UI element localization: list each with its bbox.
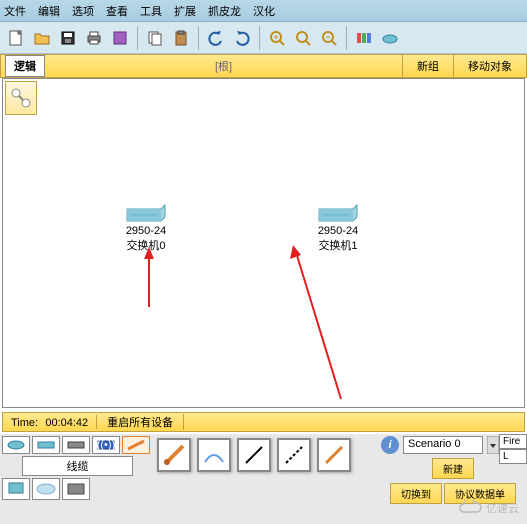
category-connections[interactable]	[122, 436, 150, 454]
svg-text:((•)): ((•))	[97, 439, 116, 451]
device-model-label: 2950-24	[317, 225, 359, 237]
connection-crossover[interactable]	[277, 438, 311, 472]
device-model-label: 2950-24	[125, 225, 167, 237]
wizard-button[interactable]	[108, 26, 132, 50]
menu-options[interactable]: 选项	[72, 3, 94, 19]
undo-button[interactable]	[204, 26, 228, 50]
simulation-time: Time: 00:04:42	[3, 415, 97, 429]
navigation-tool[interactable]	[5, 81, 37, 115]
device-switch1[interactable]: 2950-24 交换机1	[317, 203, 359, 253]
copy-button[interactable]	[143, 26, 167, 50]
new-cluster-button[interactable]: 新组	[402, 55, 453, 77]
new-file-button[interactable]	[4, 26, 28, 50]
device-category-panel: ((•)) 线缆	[0, 434, 155, 524]
scenario-pdu-list-button[interactable]: 协议数据单	[444, 483, 516, 504]
logical-tab[interactable]: 逻辑	[5, 55, 45, 77]
root-breadcrumb[interactable]: [根]	[45, 58, 402, 74]
connection-console[interactable]	[197, 438, 231, 472]
menu-tools[interactable]: 工具	[140, 3, 162, 19]
move-object-button[interactable]: 移动对象	[453, 55, 526, 77]
redo-button[interactable]	[230, 26, 254, 50]
time-bar: Time: 00:04:42 重启所有设备	[2, 412, 525, 432]
connection-straight[interactable]	[237, 438, 271, 472]
category-label: 线缆	[22, 456, 133, 476]
annotation-arrows	[37, 79, 527, 409]
logical-toolbar: 逻辑 [根] 新组 移动对象	[0, 54, 527, 78]
fire-column-header: Fire	[499, 434, 527, 449]
menu-edit[interactable]: 编辑	[38, 3, 60, 19]
bottom-panel: ((•)) 线缆 i Scenario 0 新建 切换到 协议数据单 F	[0, 434, 527, 524]
device-name-label: 交换机1	[317, 237, 359, 253]
category-wireless[interactable]: ((•))	[92, 436, 120, 454]
paste-button[interactable]	[169, 26, 193, 50]
category-hubs[interactable]	[62, 436, 90, 454]
print-button[interactable]	[82, 26, 106, 50]
workspace-canvas[interactable]: 2950-24 交换机0 2950-24 交换机1	[2, 78, 525, 408]
info-button[interactable]: i	[381, 436, 399, 454]
menu-bar: 文件 编辑 选项 查看 工具 扩展 抓皮龙 汉化	[0, 0, 527, 22]
zoom-in-button[interactable]	[265, 26, 289, 50]
custom-device-button[interactable]	[378, 26, 402, 50]
connection-tools	[155, 434, 379, 524]
palette-button[interactable]	[352, 26, 376, 50]
switch-icon	[317, 203, 359, 223]
device-name-label: 交换机0	[125, 237, 167, 253]
switch-icon	[125, 203, 167, 223]
menu-prefs[interactable]: 抓皮龙	[208, 3, 241, 19]
device-switch0[interactable]: 2950-24 交换机0	[125, 203, 167, 253]
zoom-out-button[interactable]	[317, 26, 341, 50]
reset-devices-button[interactable]: 重启所有设备	[97, 414, 184, 430]
category-routers[interactable]	[2, 436, 30, 454]
menu-extensions[interactable]: 扩展	[174, 3, 196, 19]
scenario-new-button[interactable]: 新建	[432, 458, 474, 479]
category-switches[interactable]	[32, 436, 60, 454]
menu-file[interactable]: 文件	[4, 3, 26, 19]
main-toolbar	[0, 22, 527, 54]
dropdown-icon[interactable]	[487, 436, 499, 454]
device-cloud[interactable]	[32, 478, 60, 500]
open-file-button[interactable]	[30, 26, 54, 50]
scenario-panel: i Scenario 0 新建 切换到 协议数据单 Fire L	[379, 434, 527, 524]
connection-auto[interactable]	[157, 438, 191, 472]
scenario-select[interactable]: Scenario 0	[403, 436, 483, 454]
menu-view[interactable]: 查看	[106, 3, 128, 19]
connection-fiber[interactable]	[317, 438, 351, 472]
scenario-switch-button[interactable]: 切换到	[390, 483, 442, 504]
zoom-reset-button[interactable]	[291, 26, 315, 50]
menu-locale[interactable]: 汉化	[253, 3, 275, 19]
device-endpoint[interactable]	[2, 478, 30, 500]
save-button[interactable]	[56, 26, 80, 50]
device-custom[interactable]	[62, 478, 90, 500]
la-column-header: L	[499, 449, 527, 464]
